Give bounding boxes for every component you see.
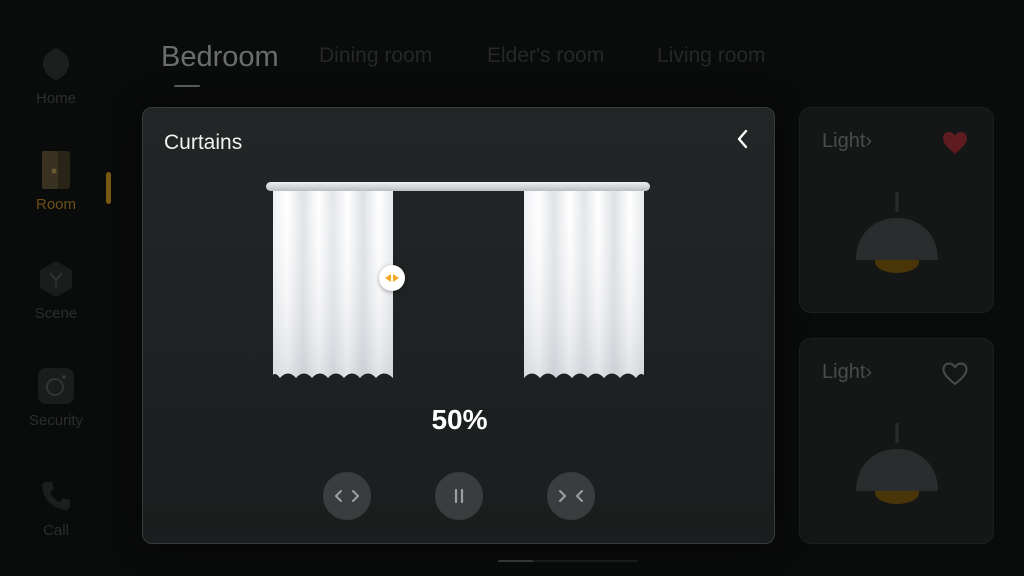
curtain-rod [266,182,650,191]
card-title: Light› [822,130,872,153]
home-icon [36,44,76,84]
pause-icon [454,488,464,504]
active-tab-underline [174,85,200,87]
sidebar-item-security[interactable]: Security [0,366,112,429]
tab-dining-room[interactable]: Dining room [319,44,432,68]
curtain-visual [263,180,653,390]
card-title-text: Light [822,361,866,383]
right-curtain-panel [524,189,644,378]
sidebar-item-label: Security [28,412,84,429]
card-title: Light› [822,361,872,384]
chevron-right-icon: › [865,361,873,383]
close-button[interactable] [547,472,595,520]
heart-filled-icon[interactable] [941,130,969,156]
sidebar-item-label: Call [43,522,69,539]
scene-icon [36,259,76,299]
curtains-dialog: Curtains 50% [142,107,775,544]
pause-button[interactable] [435,472,483,520]
phone-icon [36,476,76,516]
light-card[interactable]: Light› [799,107,994,313]
sidebar-item-room[interactable]: Room [0,150,112,213]
chevron-in-icon [559,490,583,502]
page-indicator-fill [498,560,533,562]
open-percent-label: 50% [431,404,488,435]
curtain-drag-handle[interactable] [379,265,405,291]
card-title-text: Light [822,130,866,152]
pendant-lamp-icon [854,423,940,513]
tab-elders-room[interactable]: Elder's room [487,44,604,68]
left-curtain-panel [273,189,393,378]
sidebar-item-home[interactable]: Home [0,44,112,107]
room-icon [36,150,76,190]
sidebar-item-call[interactable]: Call [0,476,112,539]
sidebar-item-label: Home [35,90,76,107]
active-nav-indicator [106,172,111,204]
heart-outline-icon[interactable] [941,361,969,387]
dialog-title: Curtains [164,131,243,154]
tab-bedroom[interactable]: Bedroom [161,41,279,74]
chevron-left-icon [737,129,748,149]
tab-living-room[interactable]: Living room [657,44,766,68]
light-card[interactable]: Light› [799,338,994,544]
open-button[interactable] [323,472,371,520]
sidebar-item-label: Room [35,196,76,213]
chevron-out-icon [335,490,359,502]
sidebar-item-scene[interactable]: Scene [0,259,112,322]
security-icon [36,366,76,406]
sidebar-item-label: Scene [34,305,78,322]
back-button[interactable] [728,124,758,154]
drag-arrows-icon [385,274,399,282]
sidebar: Home Room Scene Security Call [0,0,112,576]
page-indicator [498,560,638,562]
pendant-lamp-icon [854,192,940,282]
chevron-right-icon: › [865,130,873,152]
